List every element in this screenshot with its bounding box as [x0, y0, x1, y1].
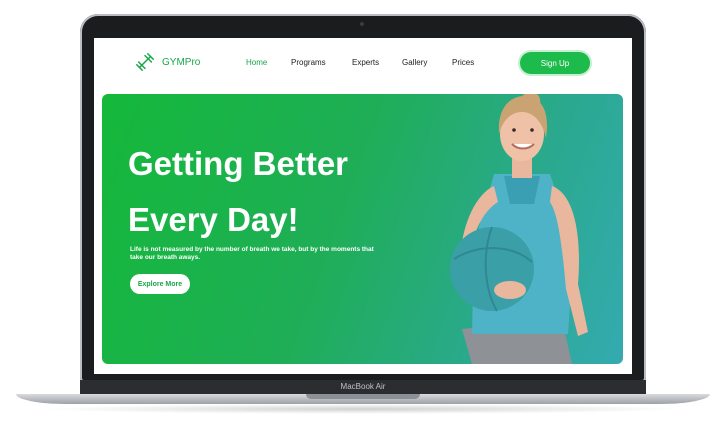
hero-banner: Getting Better Every Day! Life is not me… — [102, 94, 623, 364]
nav-link-home[interactable]: Home — [246, 58, 267, 67]
top-navigation: GYMPro Home Programs Experts Gallery Pri… — [94, 38, 632, 90]
sign-up-button[interactable]: Sign Up — [520, 52, 590, 74]
logo-text: GYMPro — [162, 56, 201, 68]
laptop-notch — [306, 394, 420, 399]
athlete-with-ball-image — [450, 94, 588, 364]
dumbbell-logo-icon — [136, 53, 154, 71]
hero-title-line-1: Getting Better — [128, 145, 349, 182]
hero-title: Getting Better Every Day! — [128, 136, 348, 248]
logo[interactable]: GYMPro — [134, 51, 200, 73]
nav-link-experts[interactable]: Experts — [352, 58, 379, 67]
nav-link-prices[interactable]: Prices — [452, 58, 474, 67]
device-label: MacBook Air — [340, 382, 386, 391]
nav-link-gallery[interactable]: Gallery — [402, 58, 427, 67]
explore-more-button[interactable]: Explore More — [130, 274, 190, 294]
hero-title-line-2: Every Day! — [128, 201, 299, 238]
browser-screen: GYMPro Home Programs Experts Gallery Pri… — [94, 38, 632, 374]
hero-subtitle: Life is not measured by the number of br… — [130, 246, 374, 261]
laptop-shadow — [40, 404, 686, 414]
laptop-camera — [360, 22, 364, 26]
nav-link-programs[interactable]: Programs — [291, 58, 326, 67]
